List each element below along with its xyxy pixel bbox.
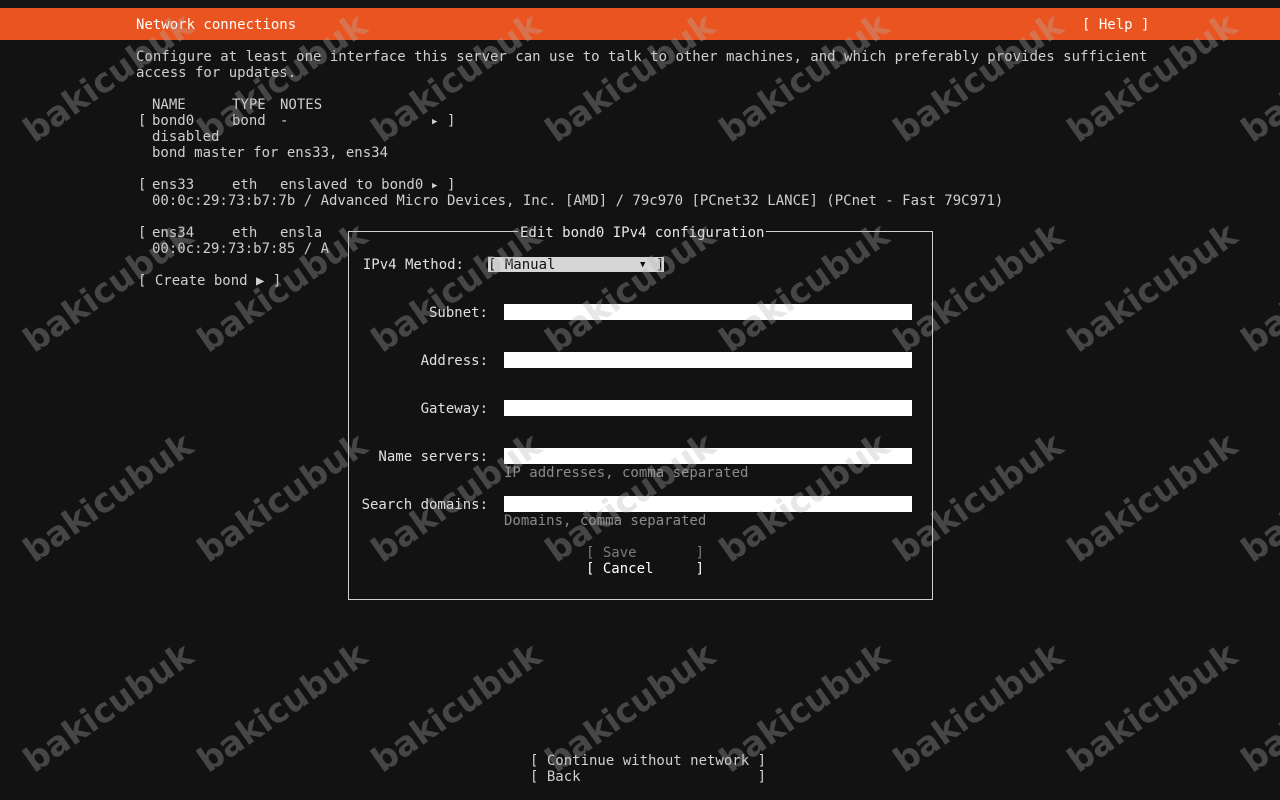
name-servers-label: Name servers:: [378, 449, 488, 465]
ipv4-method-label: IPv4 Method:: [362, 257, 464, 273]
address-label: Address:: [420, 353, 488, 369]
row-bracket-left: [: [138, 113, 147, 129]
interface-notes: enslaved to bond0: [280, 177, 424, 193]
ipv4-method-value: [ Manual: [488, 257, 556, 273]
interface-type: bond: [232, 113, 266, 129]
search-domains-input[interactable]: [504, 496, 912, 512]
save-button[interactable]: [ Save ]: [586, 545, 704, 561]
row-bracket-left: [: [138, 177, 147, 193]
gateway-label: Gateway:: [420, 401, 488, 417]
watermark-text: bakicubuk: [16, 635, 201, 781]
watermark-text: bakicubuk: [1234, 635, 1280, 781]
name-servers-hint: IP addresses, comma separated: [504, 465, 749, 481]
address-input[interactable]: [504, 352, 912, 368]
back-button[interactable]: [ Back ]: [530, 769, 766, 785]
select-bracket-right: ]: [656, 257, 665, 273]
row-bracket-left: [: [138, 225, 147, 241]
interface-name: ens33: [152, 177, 195, 193]
page-title: Network connections: [136, 17, 297, 33]
interface-name: bond0: [152, 113, 195, 129]
triangle-down-icon: ▼: [640, 260, 646, 270]
watermark-text: bakicubuk: [1060, 215, 1245, 361]
interface-type: eth: [232, 225, 258, 241]
search-domains-hint: Domains, comma separated: [504, 513, 707, 529]
triangle-right-icon: ▶: [432, 181, 438, 191]
column-header-name: NAME: [152, 97, 186, 113]
create-bond-button[interactable]: [ Create bond ▶ ]: [138, 273, 281, 289]
subnet-input[interactable]: [504, 304, 912, 320]
interface-detail: 00:0c:29:73:b7:85 / A: [152, 241, 330, 257]
cancel-button[interactable]: [ Cancel ]: [586, 561, 704, 577]
intro-line-1: Configure at least one interface this se…: [136, 49, 1148, 65]
watermark-text: bakicubuk: [1060, 425, 1245, 571]
row-bracket-right: ]: [447, 113, 456, 129]
subnet-label: Subnet:: [428, 305, 488, 321]
intro-line-2: access for updates.: [136, 65, 297, 81]
interface-notes: -: [280, 113, 289, 129]
column-header-type: TYPE: [232, 97, 266, 113]
watermark-text: bakicubuk: [364, 635, 549, 781]
name-servers-input[interactable]: [504, 448, 912, 464]
row-bracket-right: ]: [447, 177, 456, 193]
interface-detail: bond master for ens33, ens34: [152, 145, 389, 161]
interface-type: eth: [232, 177, 258, 193]
top-strip: [0, 0, 1280, 8]
watermark-text: bakicubuk: [1060, 635, 1245, 781]
triangle-right-icon: ▶: [432, 117, 438, 127]
column-header-notes: NOTES: [280, 97, 323, 113]
search-domains-label: Search domains:: [361, 497, 488, 513]
interface-detail: 00:0c:29:73:b7:7b / Advanced Micro Devic…: [152, 193, 1004, 209]
ipv4-method-select[interactable]: [ Manual ▼ ]: [488, 257, 665, 273]
title-bar: Network connections [ Help ]: [0, 8, 1280, 40]
dialog-title: Edit bond0 IPv4 configuration: [518, 225, 767, 241]
watermark-text: bakicubuk: [16, 425, 201, 571]
interface-name: ens34: [152, 225, 195, 241]
continue-without-network-button[interactable]: [ Continue without network ]: [530, 753, 766, 769]
interface-detail: disabled: [152, 129, 220, 145]
gateway-input[interactable]: [504, 400, 912, 416]
help-button[interactable]: [ Help ]: [1082, 17, 1149, 33]
watermark-text: bakicubuk: [886, 635, 1071, 781]
watermark-text: bakicubuk: [1234, 215, 1280, 361]
interface-notes: ensla: [280, 225, 323, 241]
watermark-text: bakicubuk: [1234, 425, 1280, 571]
watermark-text: bakicubuk: [190, 635, 375, 781]
